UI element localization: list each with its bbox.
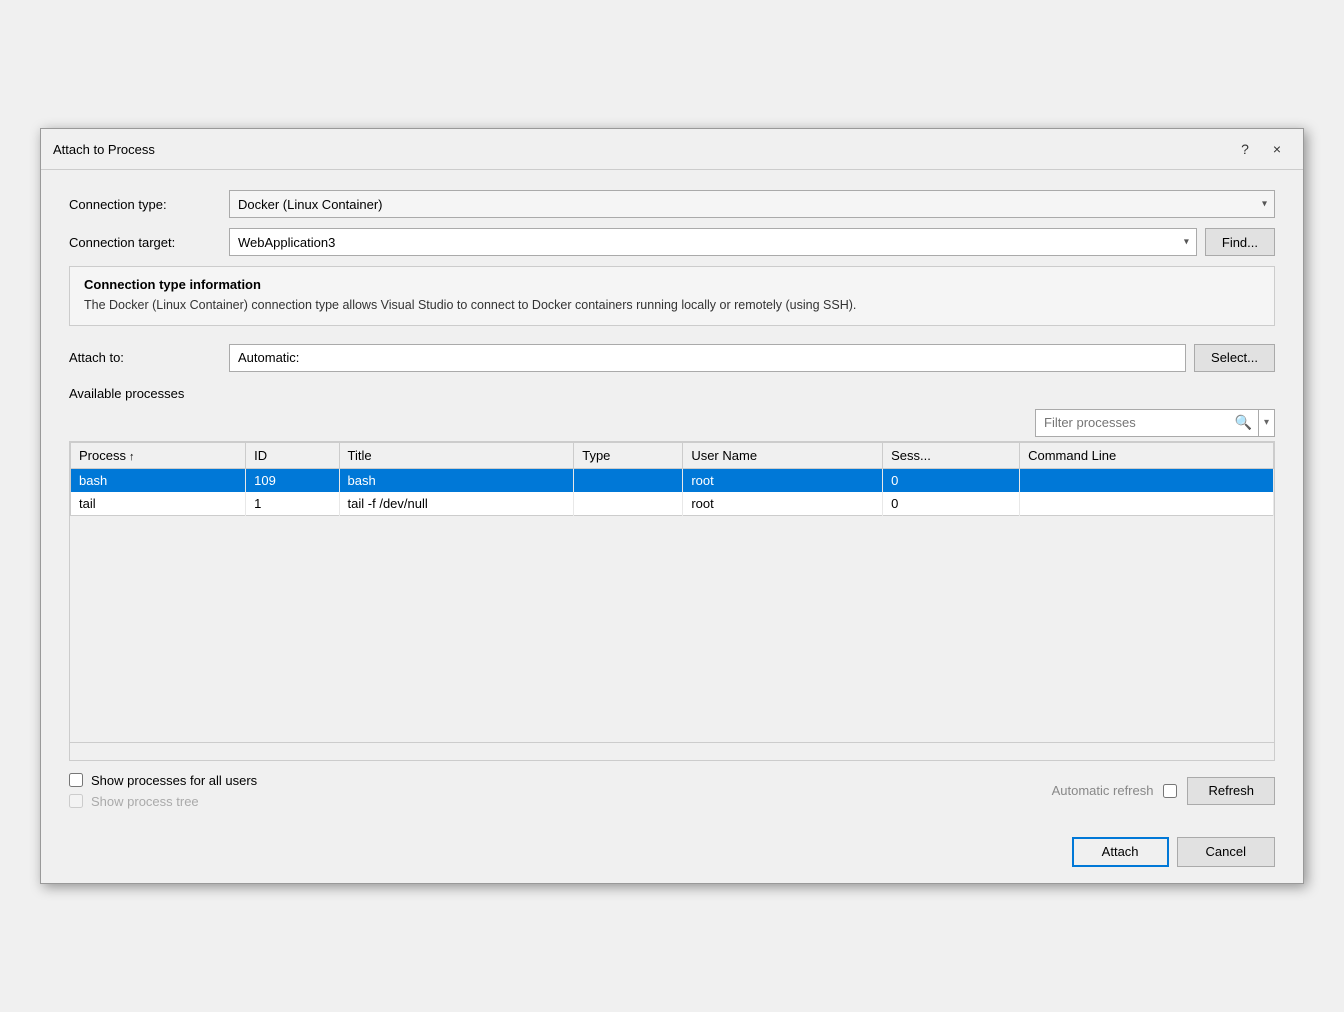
help-button[interactable]: ? bbox=[1231, 137, 1259, 161]
show-all-users-checkbox[interactable] bbox=[69, 773, 83, 787]
connection-type-control: Docker (Linux Container) ▾ bbox=[229, 190, 1275, 218]
info-box-text: The Docker (Linux Container) connection … bbox=[84, 296, 1260, 315]
dialog-footer: Attach Cancel bbox=[41, 825, 1303, 883]
dialog-title: Attach to Process bbox=[53, 142, 155, 157]
connection-type-row: Connection type: Docker (Linux Container… bbox=[69, 190, 1275, 218]
filter-row: 🔍 ▾ bbox=[69, 409, 1275, 437]
id-cell: 109 bbox=[246, 468, 339, 492]
bottom-left-options: Show processes for all users Show proces… bbox=[69, 773, 257, 809]
col-sess[interactable]: Sess... bbox=[883, 442, 1020, 468]
show-all-users-row: Show processes for all users bbox=[69, 773, 257, 788]
show-process-tree-label: Show process tree bbox=[91, 794, 199, 809]
username-cell: root bbox=[683, 492, 883, 516]
table-row[interactable]: bash109bash root0 bbox=[71, 468, 1274, 492]
sess-cell: 0 bbox=[883, 492, 1020, 516]
connection-target-label: Connection target: bbox=[69, 235, 229, 250]
id-cell: 1 bbox=[246, 492, 339, 516]
header-row: Process ID Title Type User Name Sess... … bbox=[71, 442, 1274, 468]
bottom-options: Show processes for all users Show proces… bbox=[69, 769, 1275, 809]
process-table-scroll[interactable]: Process ID Title Type User Name Sess... … bbox=[70, 442, 1274, 742]
type-cell bbox=[574, 492, 683, 516]
refresh-button[interactable]: Refresh bbox=[1187, 777, 1275, 805]
find-button[interactable]: Find... bbox=[1205, 228, 1275, 256]
bottom-right-options: Automatic refresh Refresh bbox=[1052, 777, 1275, 805]
username-cell: root bbox=[683, 468, 883, 492]
connection-target-input-wrapper: ▾ bbox=[229, 228, 1197, 256]
connection-type-select[interactable]: Docker (Linux Container) bbox=[229, 190, 1275, 218]
col-username[interactable]: User Name bbox=[683, 442, 883, 468]
process-table-header: Process ID Title Type User Name Sess... … bbox=[71, 442, 1274, 468]
col-type[interactable]: Type bbox=[574, 442, 683, 468]
col-id[interactable]: ID bbox=[246, 442, 339, 468]
title-bar: Attach to Process ? × bbox=[41, 129, 1303, 170]
process-table-body: bash109bash root0 tail1tail -f /dev/null ro… bbox=[71, 468, 1274, 515]
connection-target-row: Connection target: ▾ Find... bbox=[69, 228, 1275, 256]
search-icon: 🔍 bbox=[1229, 414, 1258, 431]
connection-target-control: ▾ Find... bbox=[229, 228, 1275, 256]
col-title[interactable]: Title bbox=[339, 442, 574, 468]
show-process-tree-checkbox[interactable] bbox=[69, 794, 83, 808]
close-button[interactable]: × bbox=[1263, 137, 1291, 161]
col-process[interactable]: Process bbox=[71, 442, 246, 468]
filter-dropdown-icon[interactable]: ▾ bbox=[1258, 410, 1274, 436]
connection-target-input[interactable] bbox=[229, 228, 1197, 256]
attach-button[interactable]: Attach bbox=[1072, 837, 1169, 867]
horizontal-scrollbar[interactable] bbox=[70, 742, 1274, 760]
type-cell bbox=[574, 468, 683, 492]
process-table-container: Process ID Title Type User Name Sess... … bbox=[69, 441, 1275, 761]
available-processes-label: Available processes bbox=[69, 386, 1275, 401]
connection-type-label: Connection type: bbox=[69, 197, 229, 212]
filter-wrap: 🔍 ▾ bbox=[1035, 409, 1275, 437]
dialog-content: Connection type: Docker (Linux Container… bbox=[41, 170, 1303, 825]
show-all-users-label[interactable]: Show processes for all users bbox=[91, 773, 257, 788]
process-table: Process ID Title Type User Name Sess... … bbox=[70, 442, 1274, 516]
title-bar-buttons: ? × bbox=[1231, 137, 1291, 161]
sess-cell: 0 bbox=[883, 468, 1020, 492]
connection-info-box: Connection type information The Docker (… bbox=[69, 266, 1275, 326]
select-button[interactable]: Select... bbox=[1194, 344, 1275, 372]
process-cell: bash bbox=[71, 468, 246, 492]
process-cell: tail bbox=[71, 492, 246, 516]
cancel-button[interactable]: Cancel bbox=[1177, 837, 1275, 867]
title-cell: bash bbox=[339, 468, 574, 492]
attach-to-label: Attach to: bbox=[69, 350, 229, 365]
table-row[interactable]: tail1tail -f /dev/null root0 bbox=[71, 492, 1274, 516]
commandline-cell bbox=[1020, 492, 1274, 516]
attach-to-process-dialog: Attach to Process ? × Connection type: D… bbox=[40, 128, 1304, 884]
col-commandline[interactable]: Command Line bbox=[1020, 442, 1274, 468]
attach-to-input[interactable] bbox=[229, 344, 1186, 372]
auto-refresh-label: Automatic refresh bbox=[1052, 783, 1154, 798]
commandline-cell bbox=[1020, 468, 1274, 492]
attach-to-row: Attach to: Select... bbox=[69, 344, 1275, 372]
show-process-tree-row: Show process tree bbox=[69, 794, 257, 809]
info-box-title: Connection type information bbox=[84, 277, 1260, 292]
connection-type-select-wrapper: Docker (Linux Container) ▾ bbox=[229, 190, 1275, 218]
auto-refresh-checkbox[interactable] bbox=[1163, 784, 1177, 798]
title-cell: tail -f /dev/null bbox=[339, 492, 574, 516]
filter-input[interactable] bbox=[1036, 410, 1229, 436]
